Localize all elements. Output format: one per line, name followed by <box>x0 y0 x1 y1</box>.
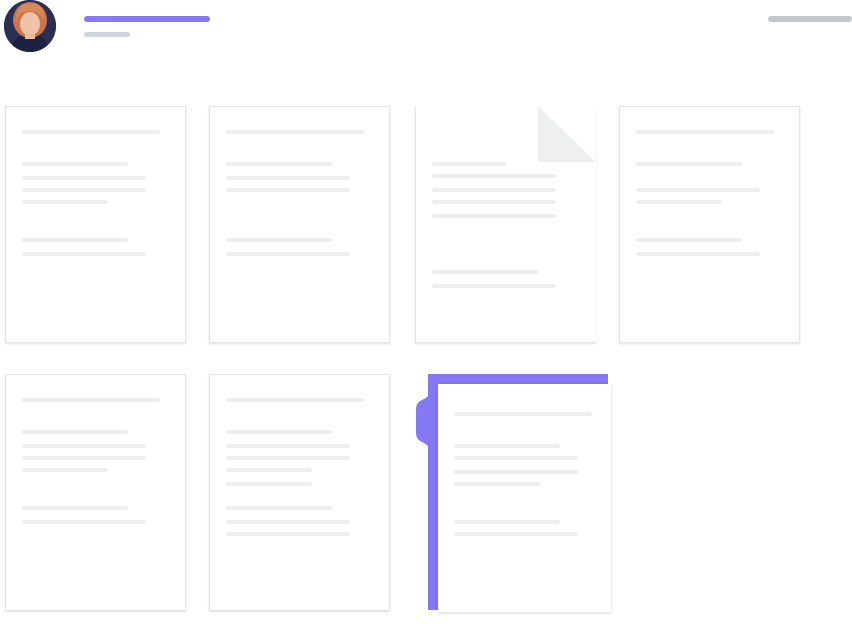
doc-text-line <box>22 520 146 524</box>
document-card[interactable] <box>5 374 186 611</box>
doc-text-line <box>226 430 332 434</box>
doc-text-line <box>22 200 108 204</box>
doc-text-line <box>226 162 332 166</box>
doc-text-line <box>226 130 364 134</box>
doc-text-line <box>22 506 128 510</box>
doc-text-line <box>454 532 578 536</box>
doc-text-line <box>22 398 160 402</box>
doc-text-line <box>432 188 556 192</box>
selected-document-page <box>438 384 611 612</box>
doc-text-line <box>636 188 760 192</box>
doc-text-line <box>226 444 350 448</box>
doc-text-line <box>454 470 578 474</box>
document-card-selected[interactable] <box>416 374 612 612</box>
doc-text-line <box>22 238 128 242</box>
document-card[interactable] <box>209 106 390 343</box>
doc-text-line <box>226 482 312 486</box>
doc-text-line <box>22 468 108 472</box>
document-gallery <box>0 0 852 624</box>
doc-text-line <box>636 252 760 256</box>
doc-text-line <box>226 176 350 180</box>
doc-text-line <box>226 252 350 256</box>
doc-text-line <box>432 174 556 178</box>
doc-text-line <box>22 444 146 448</box>
user-avatar[interactable] <box>4 0 56 52</box>
document-card[interactable] <box>209 374 390 611</box>
document-card[interactable] <box>5 106 186 343</box>
doc-text-line <box>22 130 160 134</box>
doc-text-line <box>432 214 556 218</box>
doc-text-line <box>22 252 146 256</box>
doc-text-line <box>636 238 742 242</box>
document-card-folded[interactable] <box>415 106 596 343</box>
doc-text-line <box>226 188 350 192</box>
doc-text-line <box>22 456 146 460</box>
selection-tab-handle-icon[interactable] <box>416 390 430 452</box>
doc-text-line <box>226 468 312 472</box>
doc-text-line <box>432 270 538 274</box>
profile-title-placeholder <box>84 16 210 22</box>
doc-text-line <box>454 456 578 460</box>
doc-text-line <box>454 520 560 524</box>
doc-text-line <box>636 200 722 204</box>
doc-text-line <box>454 482 540 486</box>
doc-text-line <box>432 284 556 288</box>
header-action-placeholder[interactable] <box>768 16 852 22</box>
doc-text-line <box>226 506 332 510</box>
doc-text-line <box>454 412 592 416</box>
doc-text-line <box>454 444 560 448</box>
folded-corner-icon <box>538 106 596 162</box>
doc-text-line <box>226 456 350 460</box>
doc-text-line <box>432 200 556 204</box>
doc-text-line <box>226 238 332 242</box>
doc-text-line <box>226 520 350 524</box>
doc-text-line <box>636 130 774 134</box>
doc-text-line <box>432 162 506 166</box>
doc-text-line <box>22 176 146 180</box>
avatar-photo-icon <box>4 0 56 52</box>
doc-text-line <box>636 162 742 166</box>
profile-subtitle-placeholder <box>84 32 130 37</box>
doc-text-line <box>22 430 128 434</box>
document-card[interactable] <box>619 106 800 343</box>
doc-text-line <box>226 398 364 402</box>
doc-text-line <box>22 162 128 166</box>
doc-text-line <box>22 188 146 192</box>
doc-text-line <box>226 532 350 536</box>
